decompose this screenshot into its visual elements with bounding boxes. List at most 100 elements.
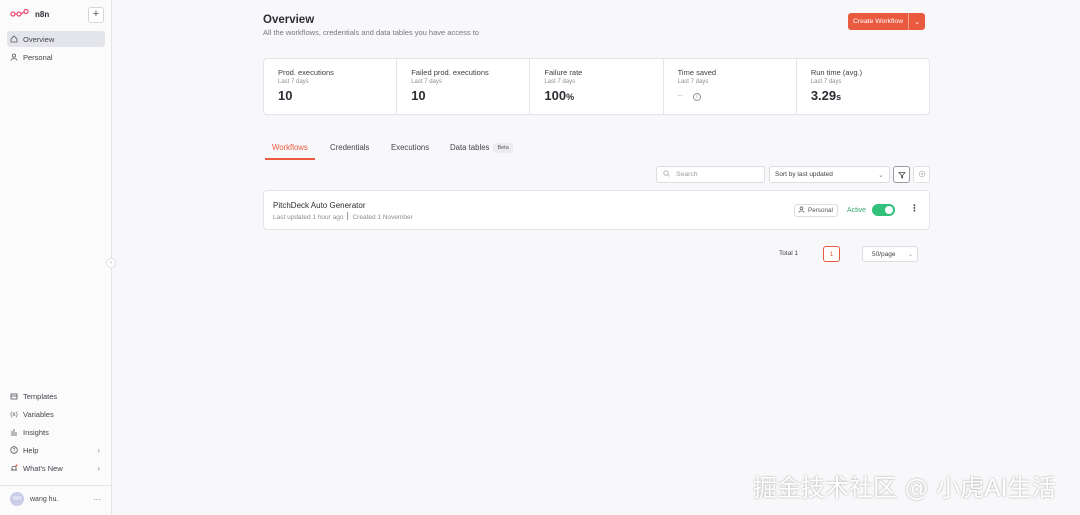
sidebar-item-overview[interactable]: Overview xyxy=(7,31,105,47)
filter-button[interactable] xyxy=(893,166,910,183)
create-options-button[interactable]: ⌄ xyxy=(908,13,926,30)
chevron-down-icon: ⌄ xyxy=(878,171,884,179)
logo[interactable]: n8n xyxy=(10,8,49,20)
sidebar-item-help[interactable]: ? Help › xyxy=(7,442,105,458)
stat-value: -- i xyxy=(678,91,796,101)
stat-period: Last 7 days xyxy=(677,79,709,85)
stat-run-time[interactable]: Run time (avg.) Last 7 days 3.29s xyxy=(797,59,929,114)
create-workflow-button[interactable]: Create Workflow xyxy=(848,13,909,30)
user-menu[interactable]: WH wang hu. ··· xyxy=(10,492,105,506)
stat-time-saved[interactable]: Time saved Last 7 days -- i xyxy=(664,59,797,114)
tab-label: Data tables xyxy=(450,143,490,152)
stat-prod-executions[interactable]: Prod. executions Last 7 days 10 xyxy=(264,59,398,114)
search-field[interactable] xyxy=(656,166,765,183)
chevron-down-icon: ⌄ xyxy=(914,18,921,26)
stat-label: Failure rate xyxy=(544,68,583,77)
n8n-logo-icon xyxy=(10,8,30,20)
stat-number: -- xyxy=(677,91,683,100)
chevron-down-icon: ⌄ xyxy=(907,251,913,258)
insights-summary: Prod. executions Last 7 days 10 Failed p… xyxy=(263,58,930,115)
workflow-name[interactable]: PitchDeck Auto Generator xyxy=(273,201,366,210)
chevron-right-icon: › xyxy=(97,463,100,473)
bell-icon xyxy=(10,464,18,472)
page-size-select[interactable]: 50/page ⌄ xyxy=(862,246,918,262)
sidebar: n8n + Overview Personal ‹ Templates (x) … xyxy=(0,0,116,515)
more-icon[interactable]: ··· xyxy=(93,495,101,504)
tab-workflows[interactable]: Workflows xyxy=(265,143,315,160)
stat-number: 100 xyxy=(544,88,567,103)
stat-label: Run time (avg.) xyxy=(810,68,863,77)
sidebar-item-templates[interactable]: Templates xyxy=(7,388,105,404)
toggle-knob xyxy=(885,206,893,214)
tab-label: Workflows xyxy=(272,143,308,152)
stat-period: Last 7 days xyxy=(278,79,309,85)
stat-failure-rate[interactable]: Failure rate Last 7 days 100% xyxy=(530,59,664,114)
stat-failed-executions[interactable]: Failed prod. executions Last 7 days 10 xyxy=(397,59,531,114)
stat-label: Time saved xyxy=(677,68,717,77)
stat-value: 100% xyxy=(544,88,662,103)
tab-credentials[interactable]: Credentials xyxy=(330,143,369,158)
watermark: 掘金技术社区 @ 小虎AI生活 xyxy=(753,474,1056,502)
tabs: Workflows Credentials Executions Data ta… xyxy=(263,143,930,162)
page-title: Overview xyxy=(263,14,315,26)
stat-period: Last 7 days xyxy=(411,79,442,85)
workflow-updated: Last updated 1 hour ago xyxy=(273,214,344,221)
page-size-value: 50/page xyxy=(872,250,896,258)
owner-badge: Personal xyxy=(794,204,838,217)
sidebar-item-variables[interactable]: (x) Variables xyxy=(7,406,105,422)
stat-number: 10 xyxy=(278,88,293,103)
page-subtitle: All the workflows, credentials and data … xyxy=(263,28,479,37)
stat-number: 10 xyxy=(411,88,426,103)
sidebar-item-personal[interactable]: Personal xyxy=(7,49,105,65)
stat-label: Prod. executions xyxy=(278,68,334,77)
divider xyxy=(0,485,112,486)
search-icon xyxy=(663,170,670,179)
stat-period: Last 7 days xyxy=(544,79,576,85)
sidebar-item-label: Templates xyxy=(23,391,58,401)
stat-label: Failed prod. executions xyxy=(411,68,489,77)
stat-unit: % xyxy=(566,92,575,102)
home-icon xyxy=(10,35,18,43)
sidebar-item-label: Insights xyxy=(23,427,49,437)
variable-icon: (x) xyxy=(10,410,18,418)
user-name: wang hu. xyxy=(30,495,59,503)
stat-period: Last 7 days xyxy=(810,79,842,85)
pagination-total: Total 1 xyxy=(779,250,799,257)
sidebar-item-label: Personal xyxy=(23,52,53,62)
view-options-button[interactable] xyxy=(913,166,930,183)
collapse-sidebar-button[interactable]: ‹ xyxy=(106,258,116,268)
page-button-current[interactable]: 1 xyxy=(823,246,840,262)
beta-badge: Beta xyxy=(493,143,513,153)
search-input[interactable] xyxy=(676,171,756,178)
add-button[interactable]: + xyxy=(88,7,104,23)
tab-label: Credentials xyxy=(330,143,370,152)
more-options-icon[interactable]: ⋮ xyxy=(910,203,919,214)
stat-value: 10 xyxy=(411,88,529,103)
chart-icon xyxy=(10,428,18,436)
status-label: Active xyxy=(847,207,867,214)
sidebar-item-label: Variables xyxy=(23,409,54,419)
tab-label: Executions xyxy=(391,143,430,152)
workflow-card[interactable]: PitchDeck Auto Generator Last updated 1 … xyxy=(263,190,930,230)
help-circle-icon: ? xyxy=(10,446,18,454)
stat-unit: s xyxy=(836,92,842,102)
settings-icon xyxy=(918,170,926,180)
sidebar-item-insights[interactable]: Insights xyxy=(7,424,105,440)
workflow-created: Created 1 November xyxy=(352,214,413,221)
svg-text:?: ? xyxy=(13,448,16,454)
box-icon xyxy=(10,392,18,400)
sidebar-item-label: Overview xyxy=(23,34,55,44)
filter-icon xyxy=(897,166,906,184)
sidebar-item-whats-new[interactable]: What's New › xyxy=(7,460,105,476)
user-icon xyxy=(798,206,805,215)
separator xyxy=(347,212,349,220)
active-toggle[interactable] xyxy=(872,204,895,216)
info-icon[interactable]: i xyxy=(692,93,701,101)
stat-value: 10 xyxy=(278,88,396,103)
stat-number: 3.29 xyxy=(810,88,837,103)
sort-select[interactable]: Sort by last updated ⌄ xyxy=(769,166,890,183)
tab-data-tables[interactable]: Data tables Beta xyxy=(450,143,513,159)
create-workflow-group: Create Workflow ⌄ xyxy=(848,13,926,30)
owner-label: Personal xyxy=(808,207,833,214)
tab-executions[interactable]: Executions xyxy=(391,143,429,158)
